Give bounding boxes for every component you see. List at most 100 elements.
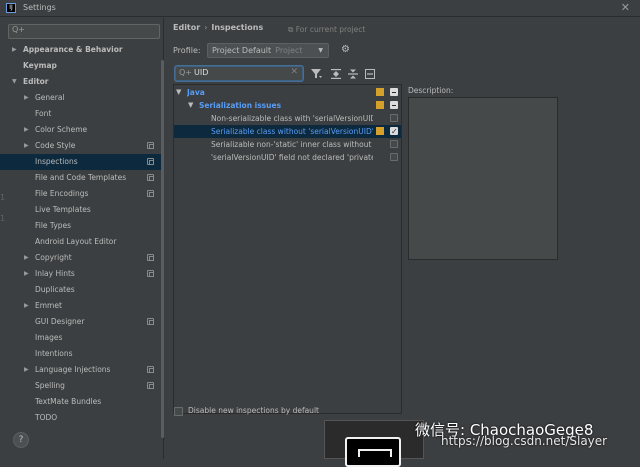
sidebar-item-label: Emmet [35,301,62,310]
sidebar-item-emmet[interactable]: ▶ Emmet [0,298,163,314]
project-scope-icon [147,254,154,261]
collapse-all-icon[interactable] [348,69,358,79]
inspection-group-row[interactable]: ▼ Serialization issues [174,99,401,112]
close-icon[interactable]: ✕ [621,1,630,14]
sidebar-item-file-types[interactable]: File Types [0,218,163,234]
inspection-checkbox[interactable] [390,153,398,161]
inspection-checkbox[interactable] [390,114,398,122]
sidebar-item-android-layout-editor[interactable]: Android Layout Editor [0,234,163,250]
sidebar-item-label: GUI Designer [35,317,85,326]
sidebar-item-editor[interactable]: ▼ Editor [0,74,163,90]
sidebar-item-todo[interactable]: TODO [0,410,163,426]
sidebar-item-live-templates[interactable]: Live Templates [0,202,163,218]
chevron-right-icon[interactable]: ▶ [24,122,29,138]
breadcrumb-separator: › [204,23,208,32]
sidebar-item-color-scheme[interactable]: ▶ Color Scheme [0,122,163,138]
chevron-down-icon[interactable]: ▼ [176,86,181,99]
project-scope-icon [147,190,154,197]
sidebar-item-label: Images [35,333,63,342]
sidebar-item-file-and-code-templates[interactable]: File and Code Templates [0,170,163,186]
sidebar-item-label: Appearance & Behavior [23,45,123,54]
sidebar-item-label: Inlay Hints [35,269,75,278]
profile-value: Project Default [212,46,272,55]
sidebar-item-file-encodings[interactable]: File Encodings [0,186,163,202]
inspection-row[interactable]: Serializable non-'static' inner class wi… [174,138,401,151]
sidebar-item-images[interactable]: Images [0,330,163,346]
sidebar-item-general[interactable]: ▶ General [0,90,163,106]
filter-icon[interactable] [311,69,322,79]
inspection-checkbox[interactable] [390,101,398,109]
expand-all-icon[interactable] [331,69,341,79]
sidebar-item-keymap[interactable]: Keymap [0,58,163,74]
inspection-label: 'serialVersionUID' field not declared 'p… [211,153,373,162]
search-icon: Q+ [12,25,25,34]
inspection-checkbox[interactable] [390,88,398,96]
project-scope-icon [147,174,154,181]
sidebar-item-label: TextMate Bundles [35,397,102,406]
description-label: Description: [408,86,454,95]
background-gutter: 1 1 [0,193,6,223]
sidebar-item-textmate-bundles[interactable]: TextMate Bundles [0,394,163,410]
for-current-project-note: ⧉ For current project [288,25,366,34]
inspection-label: Serializable class without 'serialVersio… [211,127,373,136]
chevron-right-icon[interactable]: ▶ [24,90,29,106]
chevron-right-icon[interactable]: ▶ [24,266,29,282]
chevron-right-icon[interactable]: ▶ [24,298,29,314]
sidebar-item-label: Spelling [35,381,65,390]
inspection-checkbox[interactable] [390,140,398,148]
inspection-label: Non-serializable class with 'serialVersi… [211,114,373,123]
gear-icon[interactable]: ⚙ [341,44,350,55]
sidebar-item-inspections[interactable]: Inspections [0,154,163,170]
breadcrumb-inspections: Inspections [211,23,264,32]
profile-scope: Project [275,46,303,55]
sidebar-item-label: Android Layout Editor [35,237,117,246]
sidebar-item-spelling[interactable]: Spelling [0,378,163,394]
inspection-filter-input[interactable]: Q+ UID ✕ [175,66,303,81]
sidebar-item-copyright[interactable]: ▶ Copyright [0,250,163,266]
clear-icon[interactable]: ✕ [290,67,298,77]
sidebar-item-gui-designer[interactable]: GUI Designer [0,314,163,330]
settings-search-input[interactable]: Q+ [8,24,160,39]
sidebar-item-label: TODO [35,413,58,422]
inspection-checkbox[interactable] [390,125,398,138]
project-scope-icon [147,318,154,325]
sidebar-item-appearance-behavior[interactable]: ▶ Appearance & Behavior [0,42,163,58]
chevron-right-icon[interactable]: ▶ [24,138,29,154]
sidebar-item-code-style[interactable]: ▶ Code Style [0,138,163,154]
inspection-label: Java [187,88,205,97]
sidebar-item-duplicates[interactable]: Duplicates [0,282,163,298]
inspection-label: Serializable non-'static' inner class wi… [211,140,373,149]
sidebar-item-label: Editor [23,77,49,86]
keyboard-icon [345,437,401,467]
sidebar-item-intentions[interactable]: Intentions [0,346,163,362]
breadcrumb-editor[interactable]: Editor [173,23,200,32]
chevron-down-icon: ▼ [318,47,323,54]
inspection-row[interactable]: Non-serializable class with 'serialVersi… [174,112,401,125]
chevron-down-icon[interactable]: ▼ [12,74,17,90]
disable-new-inspections-checkbox[interactable] [174,407,183,416]
sidebar-scrollbar[interactable] [161,60,164,438]
inspection-row[interactable]: 'serialVersionUID' field not declared 'p… [174,151,401,164]
sidebar-item-label: Duplicates [35,285,75,294]
inspection-label: Serialization issues [199,101,282,110]
inspection-row[interactable]: Serializable class without 'serialVersio… [174,125,401,138]
sidebar-item-label: Live Templates [35,205,91,214]
sidebar-item-label: General [35,93,65,102]
description-panel [408,97,558,260]
sidebar-item-label: Code Style [35,141,76,150]
chevron-down-icon[interactable]: ▼ [188,99,193,112]
sidebar-item-label: File Encodings [35,189,89,198]
sidebar-item-font[interactable]: Font [0,106,163,122]
chevron-right-icon[interactable]: ▶ [24,250,29,266]
inspections-tree: ▼ Java ▼ Serialization issues Non-serializab… [173,84,402,414]
help-button[interactable]: ? [13,432,29,448]
profile-dropdown[interactable]: Project Default Project ▼ [207,43,329,58]
reset-icon[interactable] [365,69,375,79]
sidebar-item-label: Color Scheme [35,125,88,134]
breadcrumb: Editor › Inspections [173,23,263,32]
inspection-group-row[interactable]: ▼ Java [174,86,401,99]
sidebar-item-inlay-hints[interactable]: ▶ Inlay Hints [0,266,163,282]
chevron-right-icon[interactable]: ▶ [24,362,29,378]
chevron-right-icon[interactable]: ▶ [12,42,17,58]
sidebar-item-language-injections[interactable]: ▶ Language Injections [0,362,163,378]
